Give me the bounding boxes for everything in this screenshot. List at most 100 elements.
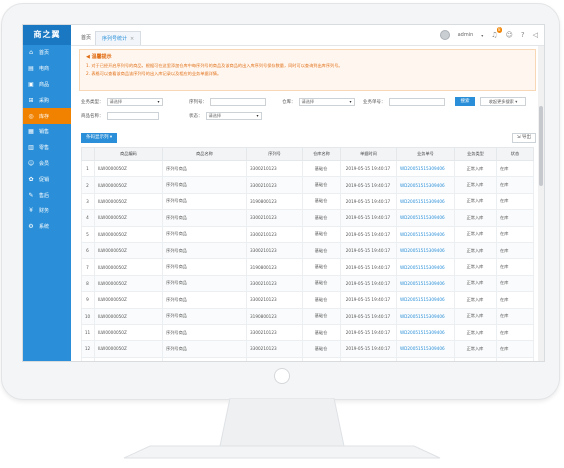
sidebar-item[interactable]: ▤ 电商 — [23, 61, 71, 77]
goods-code: ILW0000050Z — [94, 225, 163, 243]
table-row[interactable]: 5 ILW0000050Z 序列号商品 3300210123 基础仓 2019-05-15… — [81, 225, 534, 243]
status: 在库 — [496, 192, 534, 211]
sidebar-item[interactable]: ⌂ 首页 — [23, 45, 71, 61]
sidebar-item[interactable]: ☺ 会员 — [23, 156, 71, 172]
warehouse-name: 基础仓 — [302, 340, 341, 358]
table-row[interactable]: 3 ILW0000050Z 序列号商品 3190800123 基础仓 2019-05-15… — [81, 192, 534, 211]
sidebar-item[interactable]: ▣ 商品 — [23, 77, 71, 93]
order-number[interactable]: WD20051515309406 — [396, 192, 455, 211]
sidebar-item[interactable]: ⊞ 采购 — [23, 92, 71, 108]
scrollbar-thumb[interactable] — [539, 106, 543, 186]
table-row[interactable]: 7 ILW0000050Z 序列号商品 3190800123 基础仓 2019-05-15… — [81, 258, 534, 276]
table-row[interactable]: 6 ILW0000050Z 序列号商品 3300210123 基础仓 2019-05-15… — [81, 241, 534, 260]
system-icon: ⚙ — [28, 223, 34, 231]
business-type: 正常入库 — [454, 323, 497, 342]
export-button[interactable]: ⇲ 导出 — [511, 133, 536, 143]
goods-name: 序列号商品 — [162, 340, 247, 358]
sidebar-item[interactable]: ⚙ 系统 — [23, 219, 71, 235]
row-index: 9 — [81, 291, 95, 309]
table-row[interactable]: 8 ILW0000050Z 序列号商品 3300210123 基础仓 2019-05-15… — [81, 274, 534, 293]
tab-home[interactable]: 首页 — [75, 31, 97, 45]
warehouse-name: 基础仓 — [302, 291, 341, 309]
order-number[interactable]: WD20051515309406 — [396, 241, 455, 260]
serial-input[interactable] — [210, 98, 266, 106]
table-row[interactable]: 4 ILW0000050Z 序列号商品 3300210123 基础仓 2019-05-15… — [81, 209, 534, 227]
goods-code: ILW0000050Z — [94, 274, 163, 293]
sidebar-item[interactable]: ▦ 销售 — [23, 124, 71, 140]
close-icon[interactable]: × — [130, 36, 134, 42]
aftersale-icon: ✎ — [28, 191, 34, 199]
order-number[interactable]: WD20051515309406 — [396, 307, 455, 325]
username[interactable]: admin — [458, 32, 474, 38]
order-number[interactable]: WD20051515309406 — [396, 159, 455, 178]
goods-name: 序列号商品 — [162, 356, 247, 361]
warehouse-field: 仓库： 请选择 ▾ — [282, 98, 355, 106]
sidebar-item-label: 会员 — [39, 160, 50, 167]
table-row[interactable]: 10 ILW0000050Z 序列号商品 3190800123 基础仓 2019-05-1… — [81, 307, 534, 325]
order-number[interactable]: WD20051515309406 — [396, 356, 455, 361]
serial-number: 3300210123 — [246, 225, 303, 243]
search-button[interactable]: 搜索 — [455, 97, 475, 106]
doc-time: 2019-05-15 19:40:17 — [340, 159, 397, 178]
table-row[interactable]: 9 ILW0000050Z 序列号商品 3300210123 基础仓 2019-05-15… — [81, 291, 534, 309]
bell-icon[interactable]: ♫ 8 — [491, 27, 502, 39]
user-icon[interactable]: ☺ — [506, 31, 513, 39]
sidebar-item[interactable]: ✎ 售后 — [23, 187, 71, 203]
order-number[interactable]: WD20051515309406 — [396, 274, 455, 293]
business-type: 正常入库 — [454, 241, 497, 260]
sidebar-item[interactable]: ✿ 促销 — [23, 171, 71, 187]
status-select[interactable]: 请选择 ▾ — [205, 112, 262, 120]
toggle-more-search-button[interactable]: 收起更多搜索 ▾ — [480, 97, 526, 106]
order-number[interactable]: WD20051515309406 — [396, 176, 455, 194]
order-number[interactable]: WD20051515309406 — [396, 323, 455, 342]
chevron-down-icon[interactable]: ▾ — [481, 33, 483, 38]
doc-time: 2019-05-15 19:40:17 — [340, 241, 397, 260]
status: 在库 — [496, 274, 534, 293]
serial-number: 3300210123 — [246, 323, 303, 342]
order-number[interactable]: WD20051515309406 — [396, 209, 455, 227]
column-header: 商品编码 — [94, 147, 163, 161]
help-icon[interactable]: ? — [521, 31, 525, 39]
category-select[interactable]: 请选择 ▾ — [106, 98, 163, 106]
order-input[interactable] — [388, 98, 445, 106]
sidebar-item[interactable]: ¥ 财务 — [23, 203, 71, 219]
table-row[interactable]: 13ILW0000050Z序列号商品3300210123基础仓2019-05-1… — [81, 356, 534, 361]
sidebar-item[interactable]: ▥ 零售 — [23, 140, 71, 156]
order-number[interactable]: WD20051515309406 — [396, 258, 455, 276]
volume-icon: ◀ — [86, 54, 90, 60]
scrollbar[interactable] — [538, 46, 544, 361]
table-row[interactable]: 12 ILW0000050Z 序列号商品 3300210123 基础仓 2019-05-1… — [81, 340, 534, 358]
table-row[interactable]: 11 ILW0000050Z 序列号商品 3300210123 基础仓 2019-05-1… — [81, 323, 534, 342]
status: 在库 — [496, 291, 534, 309]
goods-input[interactable] — [106, 112, 159, 120]
order-label: 业务单号： — [363, 100, 386, 105]
goods-code: ILW0000050Z — [94, 258, 163, 276]
retail-icon: ▥ — [28, 144, 34, 152]
sidebar-item[interactable]: ◎ 库存 — [23, 108, 71, 124]
row-index: 11 — [81, 323, 95, 342]
sidebar-item-label: 采购 — [39, 97, 50, 104]
warehouse-value: 请选择 — [301, 99, 315, 104]
warehouse-select[interactable]: 请选择 ▾ — [298, 98, 355, 106]
warehouse-name: 基础仓 — [302, 323, 341, 342]
doc-time: 2019-05-15 19:40:17 — [340, 323, 397, 342]
order-number[interactable]: WD20051515309406 — [396, 291, 455, 309]
notification-badge: 8 — [497, 27, 502, 33]
goods-name: 序列号商品 — [162, 323, 247, 342]
order-number[interactable]: WD20051515309406 — [396, 340, 455, 358]
row-index: 3 — [81, 192, 95, 211]
doc-time: 2019-05-15 19:40:17 — [340, 291, 397, 309]
business-type: 正常入库 — [454, 176, 497, 194]
column-display-button[interactable]: 条码显示列 ▾ — [81, 133, 118, 143]
serial-number: 3300210123 — [246, 241, 303, 260]
goods-code: ILW0000050Z — [94, 307, 163, 325]
megaphone-icon[interactable]: ◁ — [533, 31, 538, 39]
order-number[interactable]: WD20051515309406 — [396, 225, 455, 243]
table-row[interactable]: 1 ILW0000050Z 序列号商品 3300210123 基础仓 2019-05-15… — [81, 159, 534, 178]
tab-serial-stats[interactable]: 序列号统计 × — [95, 31, 142, 45]
business-type: 正常入库 — [454, 291, 497, 309]
doc-time: 2019-05-15 19:40:17 — [340, 340, 397, 358]
sidebar-item-label: 销售 — [39, 129, 50, 136]
avatar[interactable] — [439, 30, 450, 40]
table-row[interactable]: 2 ILW0000050Z 序列号商品 3300210123 基础仓 2019-05-15… — [81, 176, 534, 194]
